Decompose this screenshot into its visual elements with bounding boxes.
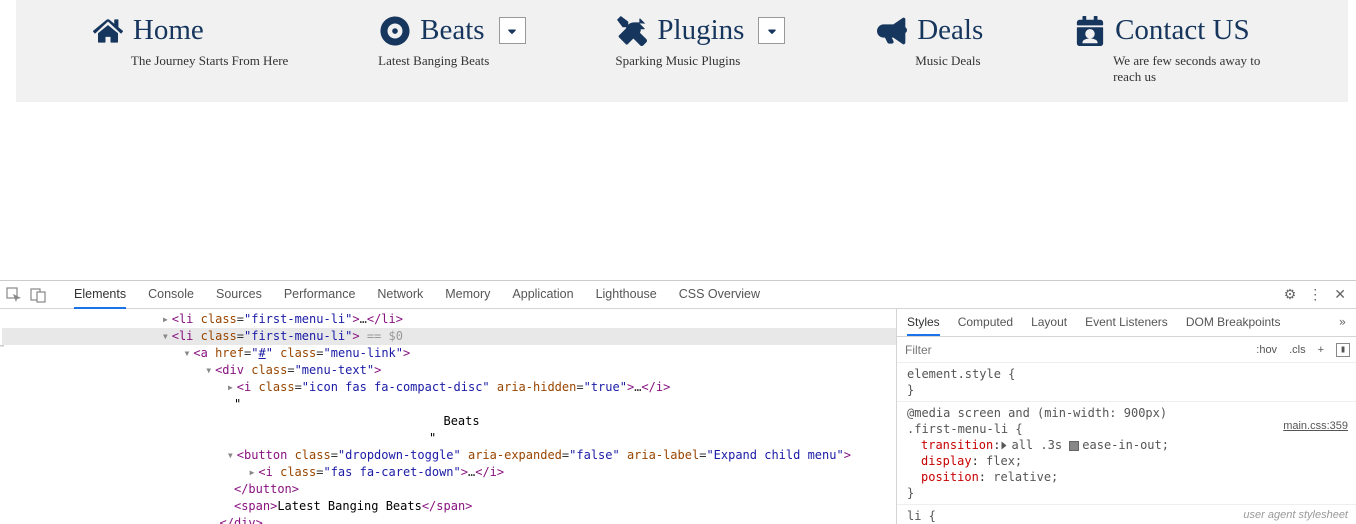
- wrench-icon: [615, 16, 649, 46]
- tab-sources[interactable]: Sources: [216, 281, 262, 309]
- nav-plugins[interactable]: Plugins Sparking Music Plugins: [615, 14, 785, 69]
- close-icon[interactable]: ✕: [1334, 286, 1346, 303]
- nav-title: Contact US: [1115, 14, 1250, 47]
- nav-title: Beats: [420, 14, 484, 47]
- more-icon[interactable]: ⋮: [1308, 286, 1322, 303]
- tab-performance[interactable]: Performance: [284, 281, 356, 309]
- filter-bar: :hov .cls + ▮: [897, 337, 1356, 363]
- ua-label: user agent stylesheet: [1243, 507, 1348, 523]
- home-icon: [91, 16, 125, 46]
- tab-css-overview[interactable]: CSS Overview: [679, 281, 760, 309]
- dropdown-toggle[interactable]: [758, 17, 785, 44]
- tab-lighthouse[interactable]: Lighthouse: [596, 281, 657, 309]
- dropdown-toggle[interactable]: [499, 17, 526, 44]
- styles-tabs: Styles Computed Layout Event Listeners D…: [897, 309, 1356, 337]
- tab-styles[interactable]: Styles: [907, 315, 940, 336]
- tab-console[interactable]: Console: [148, 281, 194, 309]
- tab-memory[interactable]: Memory: [445, 281, 490, 309]
- nav-title: Deals: [917, 14, 983, 47]
- tab-layout[interactable]: Layout: [1031, 315, 1067, 336]
- disc-icon: [378, 16, 412, 46]
- source-link[interactable]: main.css:359: [1283, 418, 1348, 434]
- devtools-tabs: Elements Console Sources Performance Net…: [74, 281, 1284, 309]
- nav-title: Plugins: [657, 14, 744, 47]
- nav-deals[interactable]: Deals Music Deals: [875, 14, 983, 69]
- gutter-dots: ⋯: [0, 341, 5, 352]
- devtools: Elements Console Sources Performance Net…: [0, 280, 1356, 524]
- nav-home[interactable]: Home The Journey Starts From Here: [91, 14, 288, 69]
- bullhorn-icon: [875, 16, 909, 46]
- rule-selector: element.style {: [907, 367, 1015, 381]
- site-nav: Home The Journey Starts From Here Beats …: [16, 0, 1348, 102]
- nav-sub: Latest Banging Beats: [378, 53, 489, 69]
- styles-rules[interactable]: element.style { } main.css:359 @media sc…: [897, 363, 1356, 524]
- nav-contact[interactable]: Contact US We are few seconds away to re…: [1073, 14, 1273, 86]
- add-rule-icon[interactable]: +: [1312, 344, 1330, 356]
- nav-title: Home: [133, 14, 204, 47]
- settings-icon[interactable]: ⚙: [1284, 286, 1297, 303]
- device-icon[interactable]: [30, 287, 46, 303]
- filter-input[interactable]: [897, 339, 1250, 361]
- nav-sub: Music Deals: [915, 53, 980, 69]
- nav-beats[interactable]: Beats Latest Banging Beats: [378, 14, 525, 69]
- nav-sub: The Journey Starts From Here: [131, 53, 288, 69]
- tab-computed[interactable]: Computed: [958, 315, 1013, 336]
- page-body: [0, 102, 1356, 281]
- cls-toggle[interactable]: .cls: [1283, 344, 1312, 356]
- tabs-overflow-icon[interactable]: »: [1339, 315, 1346, 336]
- nav-sub: We are few seconds away to reach us: [1113, 53, 1273, 86]
- tab-event-listeners[interactable]: Event Listeners: [1085, 315, 1168, 336]
- styles-panel: Styles Computed Layout Event Listeners D…: [896, 309, 1356, 524]
- hov-toggle[interactable]: :hov: [1250, 344, 1283, 356]
- contact-icon: [1073, 16, 1107, 46]
- tab-network[interactable]: Network: [377, 281, 423, 309]
- inspect-icon[interactable]: [6, 287, 22, 303]
- nav-sub: Sparking Music Plugins: [615, 53, 740, 69]
- computed-pane-icon[interactable]: ▮: [1336, 343, 1350, 357]
- tab-dom-breakpoints[interactable]: DOM Breakpoints: [1186, 315, 1281, 336]
- tab-application[interactable]: Application: [512, 281, 573, 309]
- devtools-toolbar: Elements Console Sources Performance Net…: [0, 281, 1356, 309]
- dom-tree[interactable]: ⋯ ▸<li class="first-menu-li">…</li> ▾<li…: [0, 309, 896, 524]
- tab-elements[interactable]: Elements: [74, 281, 126, 309]
